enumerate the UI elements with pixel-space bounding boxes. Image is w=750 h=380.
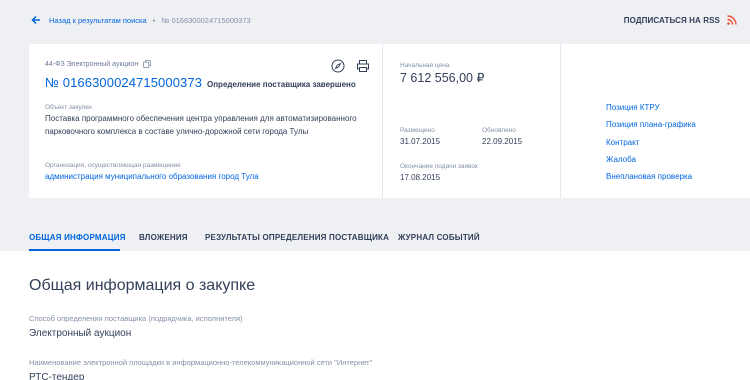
method-value: Электронный аукцион <box>29 328 132 339</box>
deadline-value: 17.08.2015 <box>400 173 441 182</box>
object-label: Объект закупки <box>45 104 92 111</box>
posted-value: 31.07.2015 <box>400 137 441 146</box>
arrow-left-icon[interactable] <box>31 15 41 25</box>
tab-attachments[interactable]: ВЛОЖЕНИЯ <box>139 233 188 242</box>
deadline-label: Окончание подачи заявок <box>400 163 478 170</box>
compass-icon[interactable] <box>331 59 345 73</box>
back-to-results-link[interactable]: Назад к результатам поиска <box>49 16 147 25</box>
initial-price-value: 7 612 556,00 ₽ <box>400 71 485 85</box>
method-label: Способ определения поставщика (подрядчик… <box>29 314 243 323</box>
section-title: Общая информация о закупке <box>29 277 256 294</box>
platform-value: РТС-тендер <box>29 372 85 380</box>
breadcrumb-separator: • <box>152 15 156 25</box>
platform-label: Наименование электронной площадки в инфо… <box>29 358 373 367</box>
tab-bar: ОБЩАЯ ИНФОРМАЦИЯ ВЛОЖЕНИЯ РЕЗУЛЬТАТЫ ОПР… <box>0 198 750 251</box>
object-value: Поставка программного обеспечения центра… <box>45 114 357 136</box>
breadcrumb: Назад к результатам поиска • № 016630002… <box>31 15 251 25</box>
procurement-card: 44-ФЗ Электронный аукцион № 016630002471… <box>29 44 750 198</box>
link-contract[interactable]: Контракт <box>606 138 696 155</box>
rss-icon <box>727 15 737 25</box>
top-bar: Назад к результатам поиска • № 016630002… <box>0 0 750 44</box>
breadcrumb-current: № 0166300024715000373 <box>161 15 251 25</box>
link-schedule-position[interactable]: Позиция плана-графика <box>606 120 696 137</box>
rss-label: ПОДПИСАТЬСЯ НА RSS <box>623 15 720 25</box>
link-ktru-position[interactable]: Позиция КТРУ <box>606 103 696 120</box>
updated-value: 22.09.2015 <box>482 137 523 146</box>
tab-supplier-results[interactable]: РЕЗУЛЬТАТЫ ОПРЕДЕЛЕНИЯ ПОСТАВЩИКА <box>205 233 389 242</box>
organization-link[interactable]: администрация муниципального образования… <box>45 171 259 184</box>
tab-general-info[interactable]: ОБЩАЯ ИНФОРМАЦИЯ <box>29 233 126 242</box>
print-icon[interactable] <box>356 59 370 73</box>
copy-icon[interactable] <box>143 60 152 68</box>
link-unscheduled-inspection[interactable]: Внеплановая проверка <box>606 172 696 189</box>
posted-label: Размещено <box>400 127 435 134</box>
procurement-number-link[interactable]: № 0166300024715000373 <box>45 75 202 90</box>
related-links: Позиция КТРУ Позиция плана-графика Контр… <box>561 44 750 198</box>
tab-event-log[interactable]: ЖУРНАЛ СОБЫТИЙ <box>398 233 480 242</box>
law-type-label: 44-ФЗ Электронный аукцион <box>45 60 139 68</box>
rss-subscribe-button[interactable]: ПОДПИСАТЬСЯ НА RSS <box>624 15 737 25</box>
procurement-summary: 44-ФЗ Электронный аукцион № 016630002471… <box>29 44 383 198</box>
law-type: 44-ФЗ Электронный аукцион <box>45 60 152 68</box>
updated-label: Обновлено <box>482 127 516 134</box>
organization-label: Организация, осуществляющая размещение <box>45 162 181 169</box>
procurement-dates: Начальная цена 7 612 556,00 ₽ Размещено … <box>383 44 561 198</box>
link-complaint[interactable]: Жалоба <box>606 155 696 172</box>
initial-price-label: Начальная цена <box>400 62 450 69</box>
status-badge: Определение поставщика завершено <box>207 80 356 89</box>
main-content: Общая информация о закупке Способ опреде… <box>0 251 750 380</box>
